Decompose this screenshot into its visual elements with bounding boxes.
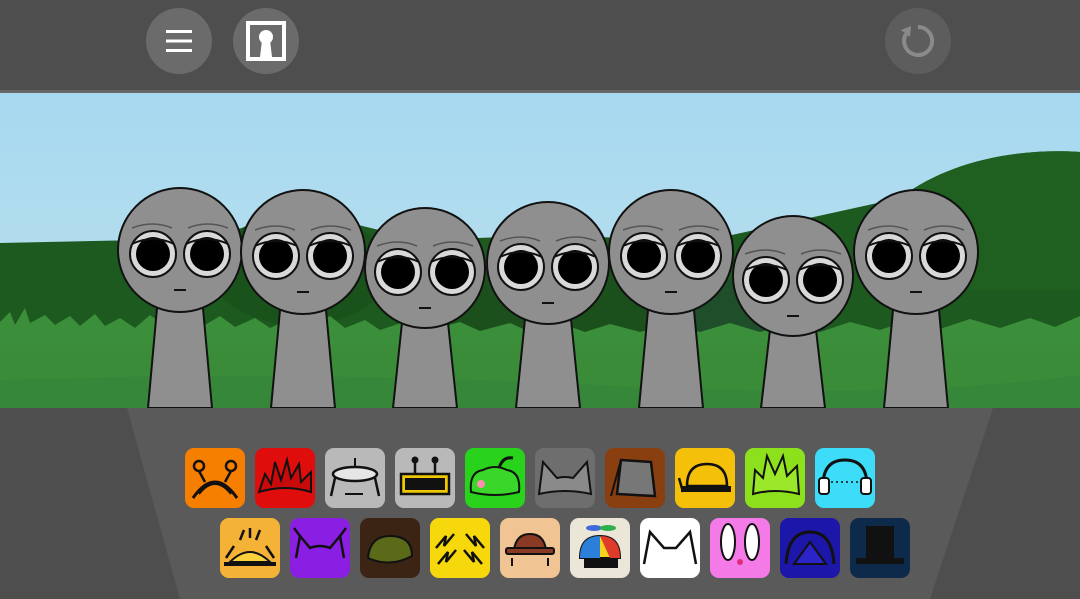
gallery-button[interactable]	[233, 8, 299, 74]
sound-icon-peach-fedora[interactable]	[500, 518, 560, 578]
sound-icon-yellow-lightning-hair[interactable]	[430, 518, 490, 578]
icon-tray	[0, 408, 1080, 599]
sound-icon-silver-halo-disc[interactable]	[325, 448, 385, 508]
olive-leaf-hat-icon	[366, 534, 414, 564]
cyan-headphones-icon	[818, 458, 872, 495]
top-toolbar	[0, 0, 1080, 90]
sound-icon-purple-horns[interactable]	[290, 518, 350, 578]
sound-icon-orange-curly-antenna[interactable]	[185, 448, 245, 508]
sound-icon-brown-bucket-hat[interactable]	[605, 448, 665, 508]
navy-hood-icon	[784, 530, 836, 565]
sound-icon-yellow-sun-crown[interactable]	[220, 518, 280, 578]
silver-halo-disc-icon	[329, 458, 381, 497]
menu-button[interactable]	[146, 8, 212, 74]
sound-icon-gray-cat-ears[interactable]	[535, 448, 595, 508]
white-cat-ears-icon	[642, 529, 698, 565]
propeller-beanie-icon	[578, 525, 622, 568]
yellow-hard-hat-icon	[677, 462, 731, 493]
sound-icon-yellow-hard-hat[interactable]	[675, 448, 735, 508]
sound-icon-cyan-headphones[interactable]	[815, 448, 875, 508]
yellow-sun-crown-icon	[224, 528, 276, 566]
red-spiky-hair-icon	[257, 456, 312, 494]
brown-bucket-hat-icon	[610, 458, 657, 498]
gray-cat-ears-icon	[537, 459, 593, 496]
keyhole-frame-icon	[246, 21, 286, 61]
sound-icon-green-pepper-hat[interactable]	[465, 448, 525, 508]
stage-scene	[0, 90, 1080, 408]
sound-icon-olive-leaf-hat[interactable]	[360, 518, 420, 578]
reset-button[interactable]	[885, 8, 951, 74]
peach-fedora-icon	[505, 532, 555, 566]
sound-icon-lime-spiky-hair[interactable]	[745, 448, 805, 508]
black-top-hat-icon	[856, 526, 904, 564]
purple-horns-icon	[293, 527, 347, 559]
sound-icon-silver-robot-antenna[interactable]	[395, 448, 455, 508]
rotate-arrow-icon	[901, 24, 935, 57]
sound-icon-navy-hood[interactable]	[780, 518, 840, 578]
sound-icon-propeller-beanie[interactable]	[570, 518, 630, 578]
sound-icon-black-top-hat[interactable]	[850, 518, 910, 578]
hamburger-menu-icon	[166, 30, 192, 52]
sound-icon-red-spiky-hair[interactable]	[255, 448, 315, 508]
yellow-lightning-hair-icon	[435, 533, 485, 565]
silver-robot-antenna-icon	[399, 456, 451, 496]
stage-background	[0, 90, 1080, 408]
orange-curly-antenna-icon	[191, 459, 239, 499]
sound-icon-white-cat-ears[interactable]	[640, 518, 700, 578]
sound-icon-pink-bunny-ears[interactable]	[710, 518, 770, 578]
pink-bunny-ears-icon	[720, 523, 760, 565]
lime-spiky-hair-icon	[751, 452, 801, 496]
green-pepper-hat-icon	[469, 456, 521, 496]
